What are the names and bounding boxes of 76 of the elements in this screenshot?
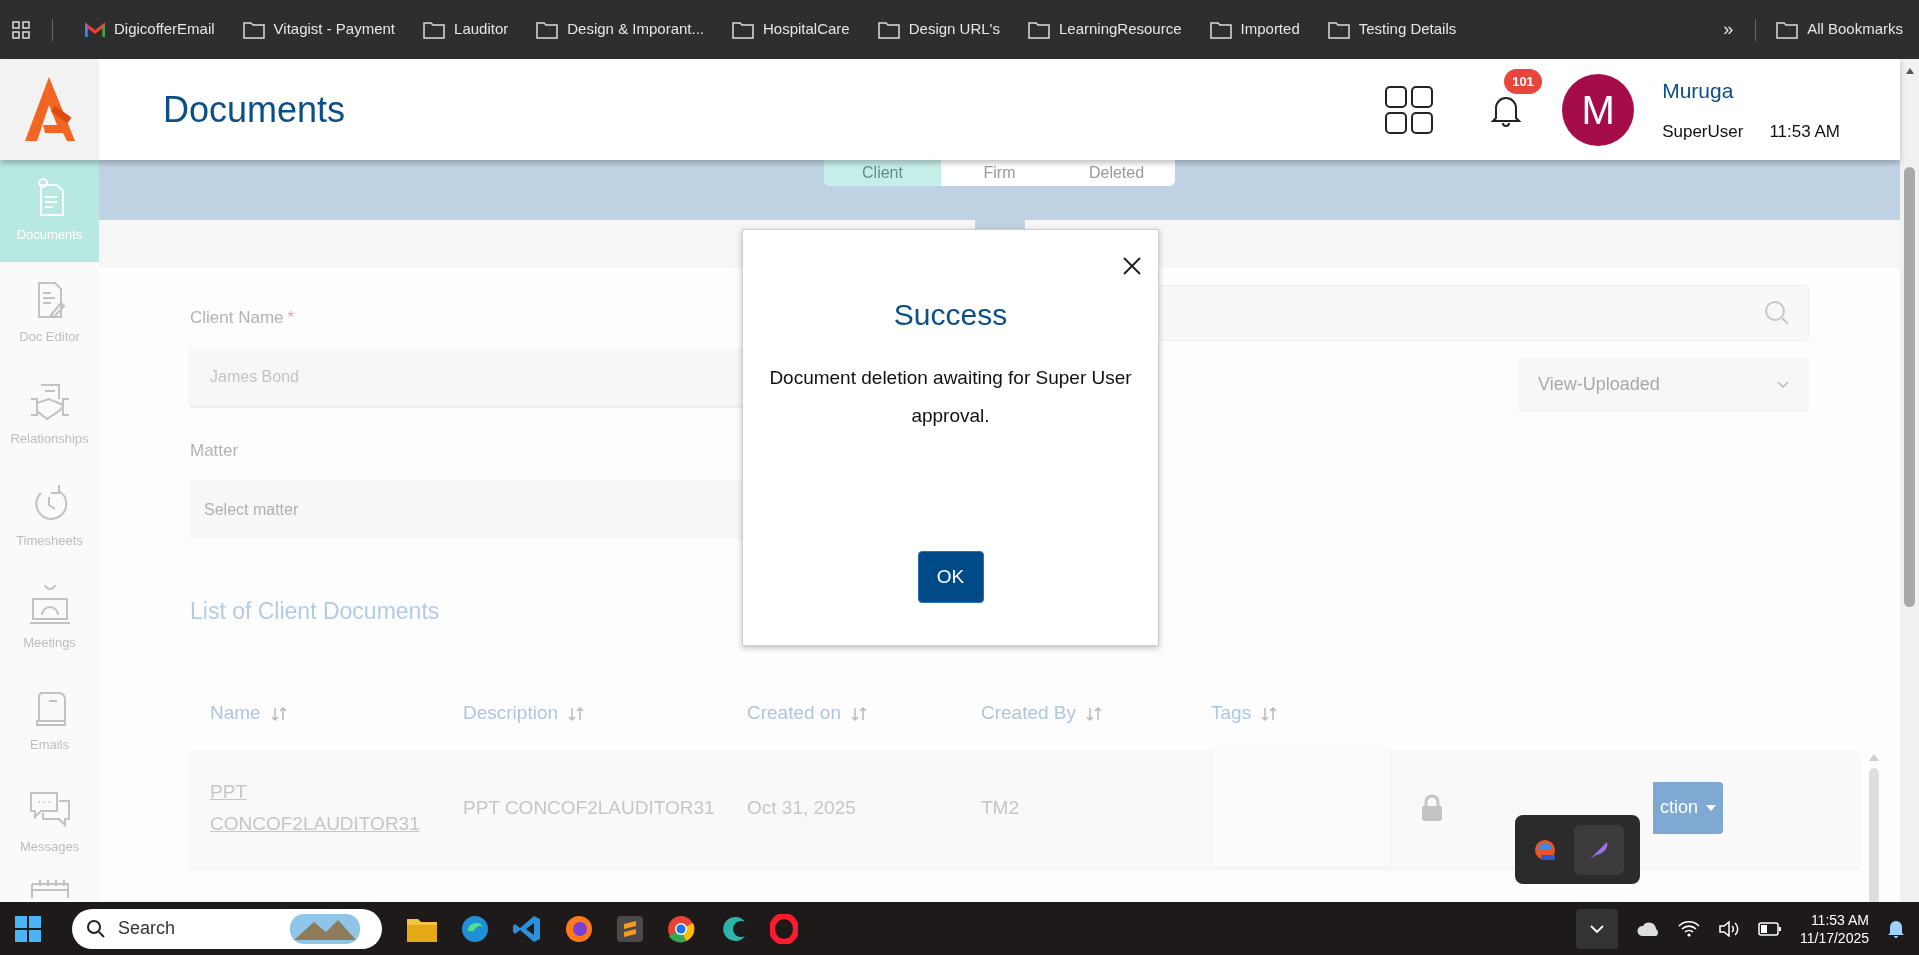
speaker-icon[interactable] [1717,919,1740,938]
battery-icon[interactable] [1757,921,1782,936]
mail-icon [85,21,105,38]
search-field[interactable] [1157,285,1809,341]
apps-grid-icon[interactable] [1384,84,1435,135]
folder-icon [1776,20,1799,39]
action-button[interactable]: ction [1653,781,1723,834]
notification-icon[interactable] [1887,918,1905,939]
user-name: Muruga [1662,78,1735,104]
code-editor-icon[interactable] [512,913,542,944]
bookmark-item[interactable]: Imported [1199,18,1310,41]
bookmark-item[interactable]: Design & Imporant... [526,18,714,41]
field-label: Matter [190,439,240,462]
field-label: Client Name [190,307,284,329]
more-bookmarks-button[interactable]: » [1723,16,1734,43]
bookmark-item[interactable]: Vitagist - Payment [232,18,406,41]
apps-icon[interactable] [12,20,30,39]
page-title: Documents [163,87,346,132]
taskbar-search-field[interactable]: Search [118,915,278,942]
opera-icon[interactable] [770,913,798,944]
notification-count: 101 [1504,68,1542,94]
folder-icon [1327,20,1350,39]
sidebar-item[interactable]: Relationships [0,364,99,466]
wifi-icon[interactable] [1677,919,1700,938]
caret-icon [1706,804,1716,811]
chevron-down-icon [1589,924,1604,933]
bookmark-item[interactable]: LearningResource [1017,18,1192,41]
sublime-icon[interactable] [616,914,644,943]
folder-icon [242,20,265,39]
folder-icon [536,20,559,39]
firefox-icon[interactable] [564,913,594,944]
page-scrollbar[interactable] [1900,59,1919,902]
bookmark-item[interactable]: Lauditor [413,18,519,41]
close-icon[interactable] [1122,256,1142,276]
clock-time[interactable]: 11:53 AM [1810,910,1869,929]
chrome-icon[interactable] [666,913,696,944]
bookmark-item[interactable]: Design URL's [867,18,1010,41]
section-title: List of Client Documents [190,597,440,626]
sidebar-item[interactable]: Emails [0,670,99,772]
folder-icon [877,20,900,39]
tray-expand-button[interactable] [1575,908,1618,949]
column-header[interactable]: Created on [747,699,841,728]
column-header[interactable]: Created By [981,699,1077,728]
required-mark: * [287,307,295,329]
scroll-up-icon[interactable] [1904,67,1915,75]
ok-button[interactable]: OK [917,551,984,603]
clock-date[interactable]: 11/17/2025 [1799,928,1869,947]
sidebar-item[interactable]: Timesheets [0,466,99,568]
sidebar-item[interactable]: Messages [0,772,99,874]
taskbar-search-box[interactable]: Search [72,908,382,949]
user-role: SuperUser [1662,120,1744,143]
view-select[interactable]: View-Uploaded [1518,357,1809,412]
header-time: 11:53 AM [1769,120,1840,143]
column-header[interactable]: Name [210,699,261,728]
column-header[interactable]: Tags [1211,699,1252,728]
folder-icon [732,20,754,39]
bookmark-item[interactable]: Testing Details [1317,18,1467,41]
search-icon [86,918,106,939]
user-avatar[interactable]: M [1562,73,1635,146]
cloud-icon[interactable] [1635,920,1660,937]
column-header[interactable]: Description [463,699,559,728]
sidebar-item[interactable]: Meetings [0,568,99,670]
start-icon[interactable] [14,914,42,943]
dialog-title: Success [893,297,1008,333]
tab[interactable]: Client [824,160,941,186]
sidebar-item[interactable]: Doc Editor [0,262,99,364]
bookmark-item[interactable]: DigicofferEmail [75,18,225,41]
landscape-icon [290,913,360,944]
bookmark-item[interactable]: HospitalCare [722,18,860,41]
all-bookmarks-button[interactable]: All Bookmarks [1776,18,1907,41]
folder-icon [1209,20,1232,39]
chevron-down-icon [1777,380,1789,389]
folder-icon [1027,20,1050,39]
dialog-message: Document deletion awaiting for Super User approval. [768,366,1133,428]
browser-icon[interactable] [460,913,490,944]
folder-icon [423,20,446,39]
